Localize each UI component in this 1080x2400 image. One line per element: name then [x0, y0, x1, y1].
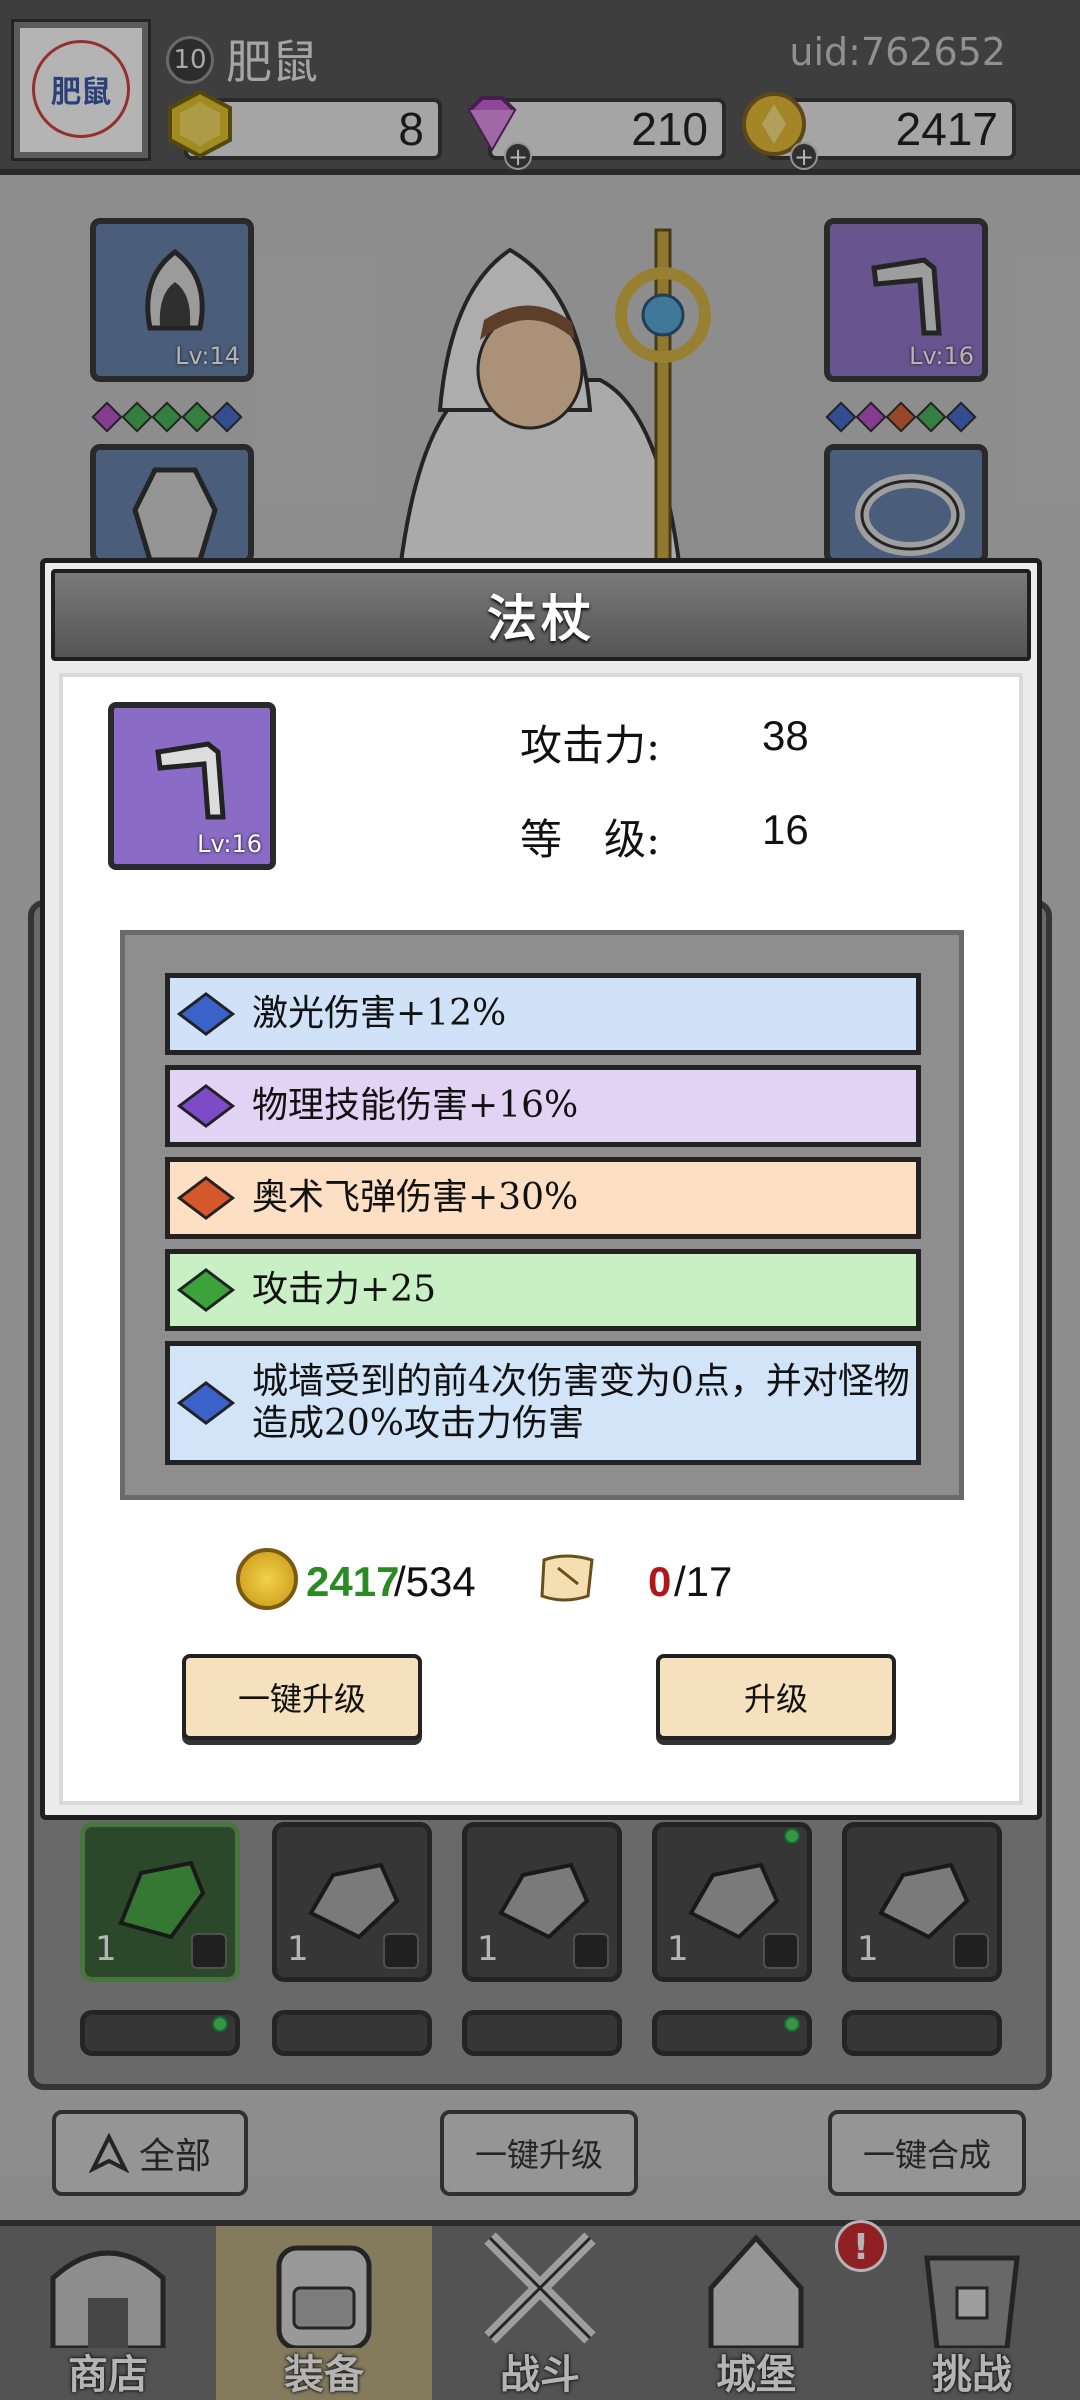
one-click-upgrade-button[interactable]: 一键升级 [182, 1654, 422, 1740]
attack-label: 攻击力: [520, 721, 661, 770]
purple-gem-icon [176, 1084, 236, 1128]
dialog-title-bar: 法杖 [51, 569, 1031, 661]
attribute-text: 攻击力+25 [252, 1269, 436, 1310]
attribute-row: 攻击力+25 [165, 1249, 921, 1331]
gold-required: /534 [394, 1558, 476, 1605]
attribute-text: 物理技能伤害+16% [252, 1085, 579, 1126]
attack-value: 38 [762, 712, 809, 759]
gold-coin-icon [236, 1548, 298, 1610]
attribute-row: 物理技能伤害+16% [165, 1065, 921, 1147]
dialog-title: 法杖 [487, 589, 595, 648]
gold-owned: 2417 [306, 1558, 400, 1605]
staff-icon [155, 741, 226, 820]
scroll-owned: 0 [648, 1558, 672, 1605]
blue-gem-icon [176, 1381, 236, 1425]
orange-gem-icon [176, 1176, 236, 1220]
attribute-text: 奥术飞弹伤害+30% [252, 1177, 579, 1218]
item-level-badge: Lv:16 [197, 830, 262, 858]
level-label: 等 级: [520, 815, 661, 864]
upgrade-cost-row: 2417 /534 0 /17 [236, 1548, 856, 1618]
attribute-text: 激光伤害+12% [252, 993, 507, 1034]
upgrade-button[interactable]: 升级 [656, 1654, 896, 1740]
blue-gem-icon [176, 992, 236, 1036]
item-preview-slot: Lv:16 [108, 702, 276, 870]
scroll-icon [540, 1554, 594, 1602]
attribute-panel: 激光伤害+12% 物理技能伤害+16% 奥术飞弹伤害+30% 攻击力+25 城墙… [120, 930, 964, 1500]
attribute-text: 城墙受到的前4次伤害变为0点，并对怪物造成20%攻击力伤害 [252, 1361, 910, 1444]
attribute-row: 城墙受到的前4次伤害变为0点，并对怪物造成20%攻击力伤害 [165, 1341, 921, 1465]
attribute-row: 激光伤害+12% [165, 973, 921, 1055]
scroll-required: /17 [674, 1558, 733, 1605]
green-gem-icon [176, 1268, 236, 1312]
attribute-row: 奥术飞弹伤害+30% [165, 1157, 921, 1239]
level-value: 16 [762, 806, 809, 853]
